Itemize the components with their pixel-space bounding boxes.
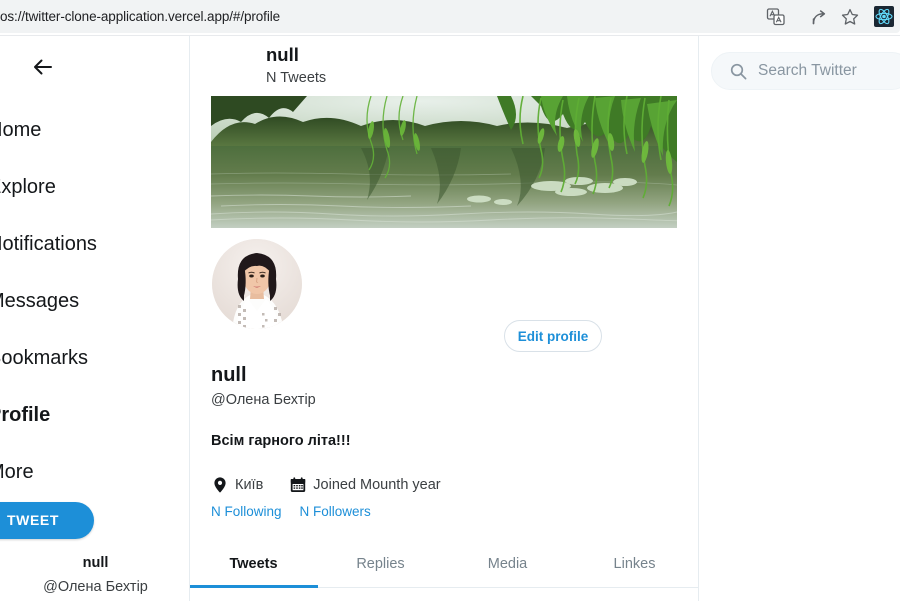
- right-sidebar: [700, 36, 900, 601]
- sidebar-item-messages[interactable]: Messages: [0, 290, 79, 312]
- sidebar-item-bookmarks[interactable]: Bookmarks: [0, 347, 88, 369]
- tab-tweets[interactable]: Tweets: [190, 542, 318, 588]
- calendar-icon: [289, 476, 307, 494]
- left-sidebar: Home Explore Notifications Messages Book…: [0, 36, 189, 601]
- sidebar-item-label: Notifications: [0, 233, 97, 255]
- followers-link[interactable]: N Followers: [300, 504, 371, 519]
- sidebar-item-profile[interactable]: Profile: [0, 404, 50, 426]
- map-pin-icon: [211, 476, 229, 494]
- sidebar-user-name: null: [82, 555, 109, 571]
- sidebar-item-label: More: [0, 461, 34, 483]
- avatar[interactable]: [209, 236, 305, 332]
- sidebar-user-handle: @Олена Бехтір: [43, 579, 148, 595]
- sidebar-item-label: Profile: [0, 404, 51, 426]
- tab-replies[interactable]: Replies: [317, 542, 444, 587]
- profile-header-bar: null N Tweets: [190, 36, 698, 95]
- tab-media[interactable]: Media: [444, 542, 571, 587]
- sidebar-item-label: Explore: [0, 176, 56, 198]
- profile-location-text: Київ: [235, 477, 264, 493]
- arrow-left-icon[interactable]: [30, 54, 56, 80]
- profile-stats-row: N Following N Followers: [211, 504, 371, 519]
- profile-location: Київ: [211, 476, 263, 494]
- star-bookmark-icon[interactable]: [840, 7, 860, 27]
- sidebar-user-card[interactable]: null @Олена Бехтір: [0, 554, 189, 598]
- tweet-button[interactable]: TWEET: [0, 502, 94, 539]
- profile-tabs: Tweets Replies Media Linkes: [190, 542, 698, 588]
- main-content-column: null N Tweets Edit profile null @Олена Б…: [189, 36, 699, 601]
- translate-icon[interactable]: [766, 7, 786, 27]
- sidebar-item-home[interactable]: Home: [0, 119, 41, 141]
- profile-meta-row: Київ Joined Mounth year: [211, 474, 441, 496]
- search-input[interactable]: [758, 62, 898, 80]
- address-bar-url: os://twitter-clone-application.vercel.ap…: [0, 9, 281, 24]
- sidebar-item-explore[interactable]: Explore: [0, 176, 56, 198]
- profile-joined-text: Joined Mounth year: [313, 477, 441, 493]
- browser-chrome: os://twitter-clone-application.vercel.ap…: [0, 0, 900, 36]
- edit-profile-button[interactable]: Edit profile: [504, 320, 602, 352]
- react-devtools-extension-icon[interactable]: [874, 6, 894, 27]
- profile-display-name: null: [211, 364, 247, 386]
- sidebar-item-label: Messages: [0, 290, 80, 312]
- sidebar-item-label: Bookmarks: [0, 347, 89, 369]
- search-box[interactable]: [711, 52, 900, 90]
- share-icon[interactable]: [809, 7, 829, 27]
- page-title: null: [266, 44, 299, 65]
- sidebar-item-notifications[interactable]: Notifications: [0, 233, 97, 255]
- tweet-count: N Tweets: [266, 70, 327, 86]
- profile-banner-image: [211, 96, 677, 228]
- profile-joined: Joined Mounth year: [289, 476, 441, 494]
- sidebar-item-more[interactable]: More: [0, 461, 34, 483]
- tab-linkes[interactable]: Linkes: [571, 542, 698, 587]
- profile-handle: @Олена Бехтір: [211, 392, 316, 408]
- following-link[interactable]: N Following: [211, 504, 282, 519]
- address-bar[interactable]: os://twitter-clone-application.vercel.ap…: [0, 0, 900, 33]
- sidebar-item-label: Home: [0, 119, 42, 141]
- profile-bio: Всім гарного літа!!!: [211, 433, 351, 449]
- search-icon: [730, 63, 747, 80]
